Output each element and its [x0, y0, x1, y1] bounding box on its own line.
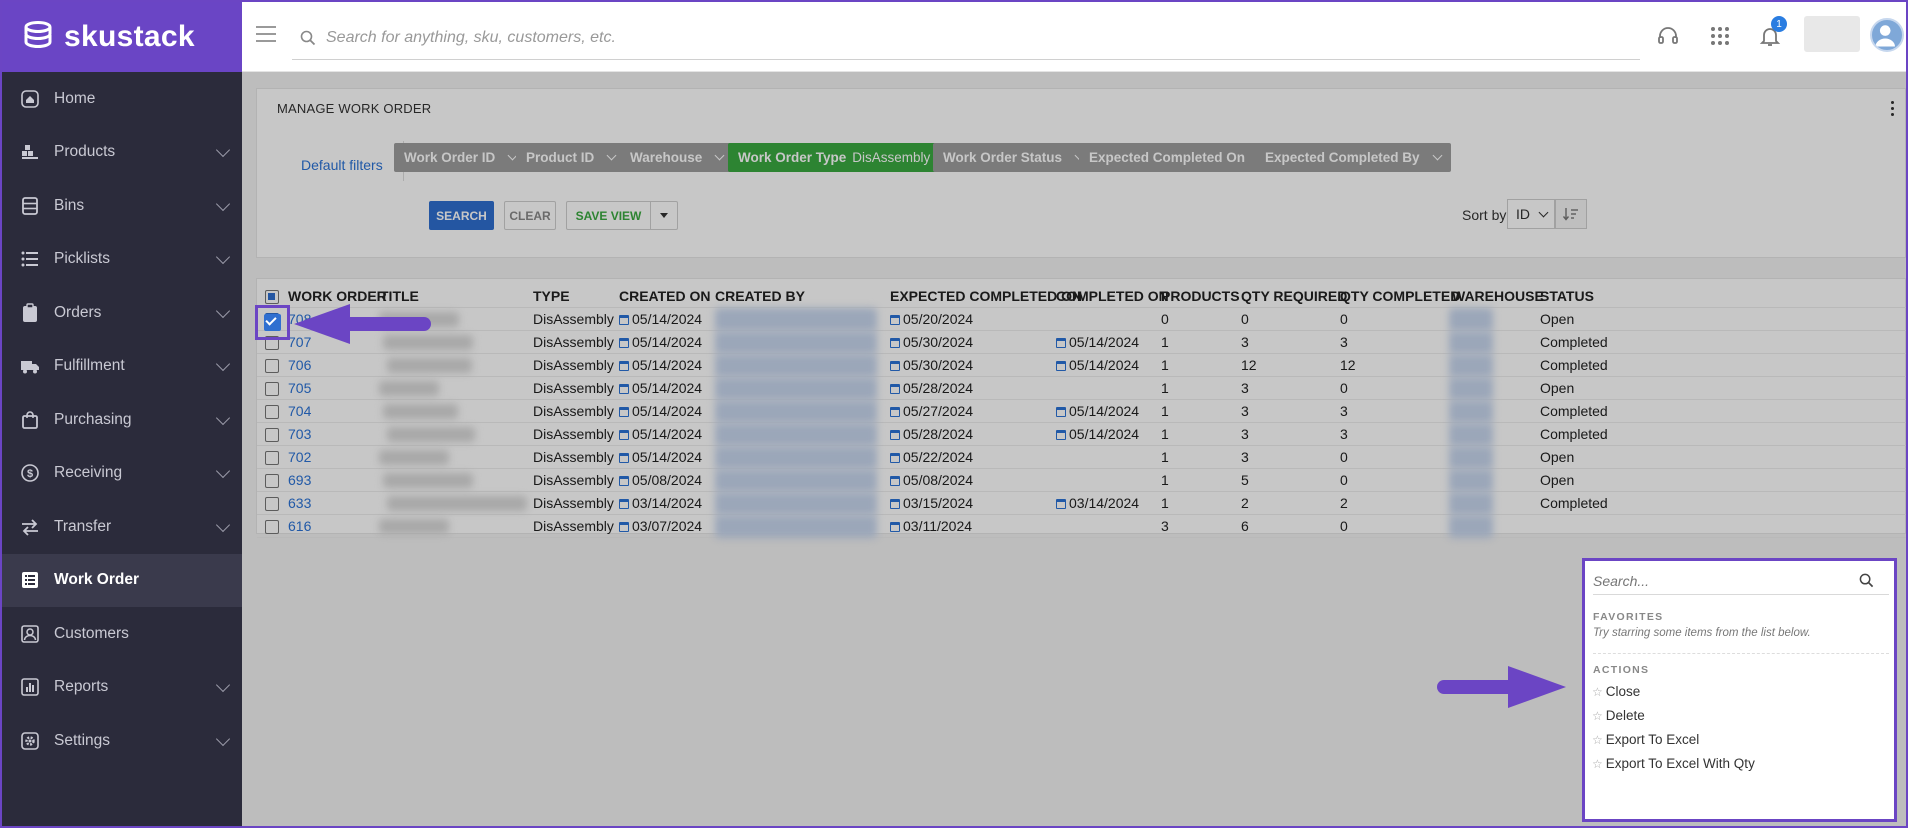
notification-count-badge: 1	[1771, 16, 1787, 32]
sidebar-item-picklists[interactable]: Picklists	[2, 233, 242, 287]
sidebar-item-work-order[interactable]: Work Order	[2, 553, 242, 607]
row-checkbox-selected[interactable]	[264, 314, 281, 331]
chevron-down-icon	[215, 196, 231, 211]
sidebar-item-label: Receiving	[54, 464, 123, 482]
sidebar-item-bins[interactable]: Bins	[2, 179, 242, 233]
svg-text:$: $	[27, 468, 33, 480]
action-item-label: Export To Excel With Qty	[1605, 756, 1755, 771]
chevron-down-icon	[215, 464, 231, 479]
reports-icon	[20, 677, 40, 697]
action-item-export-to-excel[interactable]: ☆ Export To Excel	[1592, 732, 1699, 747]
sidebar-item-label: Purchasing	[54, 410, 132, 428]
actions-popup: FAVORITES Try starring some items from t…	[1582, 558, 1897, 822]
star-icon[interactable]: ☆	[1592, 685, 1603, 699]
products-icon	[20, 142, 40, 162]
actions-heading: ACTIONS	[1593, 664, 1650, 676]
chevron-down-icon	[215, 517, 231, 532]
action-item-delete[interactable]: ☆ Delete	[1592, 708, 1645, 723]
sidebar-item-label: Work Order	[54, 571, 139, 589]
action-item-close[interactable]: ☆ Close	[1592, 684, 1640, 699]
chevron-down-icon	[215, 357, 231, 372]
action-item-label: Delete	[1605, 708, 1645, 723]
skustack-logo-icon	[24, 21, 52, 49]
sidebar-item-label: Picklists	[54, 250, 110, 268]
sidebar-item-label: Settings	[54, 731, 111, 749]
brand-header[interactable]: skustack	[2, 2, 242, 72]
star-icon[interactable]: ☆	[1592, 757, 1603, 771]
selected-row-highlight	[255, 305, 290, 340]
hamburger-menu-icon[interactable]	[256, 26, 276, 44]
top-bar: 1	[242, 2, 1906, 72]
picklists-icon	[20, 249, 40, 269]
headset-support-icon[interactable]	[1656, 24, 1680, 48]
actions-search	[1593, 567, 1889, 595]
chevron-down-icon	[215, 303, 231, 318]
sidebar-item-label: Customers	[54, 624, 129, 642]
chevron-down-icon	[215, 143, 231, 158]
dollar-icon: $	[20, 463, 40, 483]
home-icon	[20, 89, 40, 109]
sidebar-item-products[interactable]: Products	[2, 126, 242, 180]
customers-icon	[20, 624, 40, 644]
action-item-label: Close	[1605, 684, 1641, 699]
sidebar-nav: Home Products Bins Picklists Orders Fulfillme…	[2, 72, 242, 768]
sidebar-item-label: Orders	[54, 303, 102, 321]
sidebar-item-fulfillment[interactable]: Fulfillment	[2, 340, 242, 394]
gear-icon	[20, 731, 40, 751]
search-icon	[300, 30, 316, 45]
brand-name: skustack	[64, 20, 195, 53]
apps-grid-icon[interactable]	[1708, 24, 1732, 48]
transfer-icon	[20, 517, 40, 537]
actions-search-input[interactable]	[1593, 572, 1853, 589]
action-item-export-to-excel-with-qty[interactable]: ☆ Export To Excel With Qty	[1592, 756, 1755, 771]
chevron-down-icon	[215, 731, 231, 746]
favorites-hint: Try starring some items from the list be…	[1593, 627, 1811, 639]
sidebar-item-purchasing[interactable]: Purchasing	[2, 393, 242, 447]
annotation-arrow-actions	[1437, 666, 1566, 708]
sidebar-item-receiving[interactable]: $ Receiving	[2, 447, 242, 501]
annotation-arrow-checkbox	[294, 304, 431, 344]
sidebar: skustack Home Products Bins Picklists Orders…	[2, 2, 242, 826]
work-order-icon	[20, 570, 40, 590]
sidebar-item-label: Home	[54, 89, 96, 107]
truck-icon	[20, 356, 40, 376]
sidebar-item-label: Products	[54, 143, 116, 161]
star-icon[interactable]: ☆	[1592, 709, 1603, 723]
popup-divider	[1593, 653, 1889, 654]
chevron-down-icon	[215, 250, 231, 265]
sidebar-item-label: Transfer	[54, 517, 112, 535]
sidebar-item-customers[interactable]: Customers	[2, 607, 242, 661]
bins-icon	[20, 196, 40, 216]
chevron-down-icon	[215, 678, 231, 693]
sidebar-item-home[interactable]: Home	[2, 72, 242, 126]
user-name-box[interactable]	[1804, 16, 1860, 52]
sidebar-item-reports[interactable]: Reports	[2, 661, 242, 715]
global-search-input[interactable]	[326, 28, 1526, 47]
chevron-down-icon	[215, 410, 231, 425]
global-search	[292, 16, 1640, 60]
bag-icon	[20, 410, 40, 430]
star-icon[interactable]: ☆	[1592, 733, 1603, 747]
sidebar-item-orders[interactable]: Orders	[2, 286, 242, 340]
app-window: skustack Home Products Bins Picklists Orders…	[0, 0, 1908, 828]
orders-icon	[20, 303, 40, 323]
sidebar-item-settings[interactable]: Settings	[2, 714, 242, 768]
sidebar-item-transfer[interactable]: Transfer	[2, 500, 242, 554]
sidebar-item-label: Bins	[54, 196, 85, 214]
avatar[interactable]	[1870, 18, 1904, 52]
sidebar-item-label: Reports	[54, 678, 109, 696]
search-icon	[1859, 573, 1874, 588]
action-item-label: Export To Excel	[1605, 732, 1700, 747]
favorites-heading: FAVORITES	[1593, 611, 1664, 623]
sidebar-item-label: Fulfillment	[54, 357, 125, 375]
